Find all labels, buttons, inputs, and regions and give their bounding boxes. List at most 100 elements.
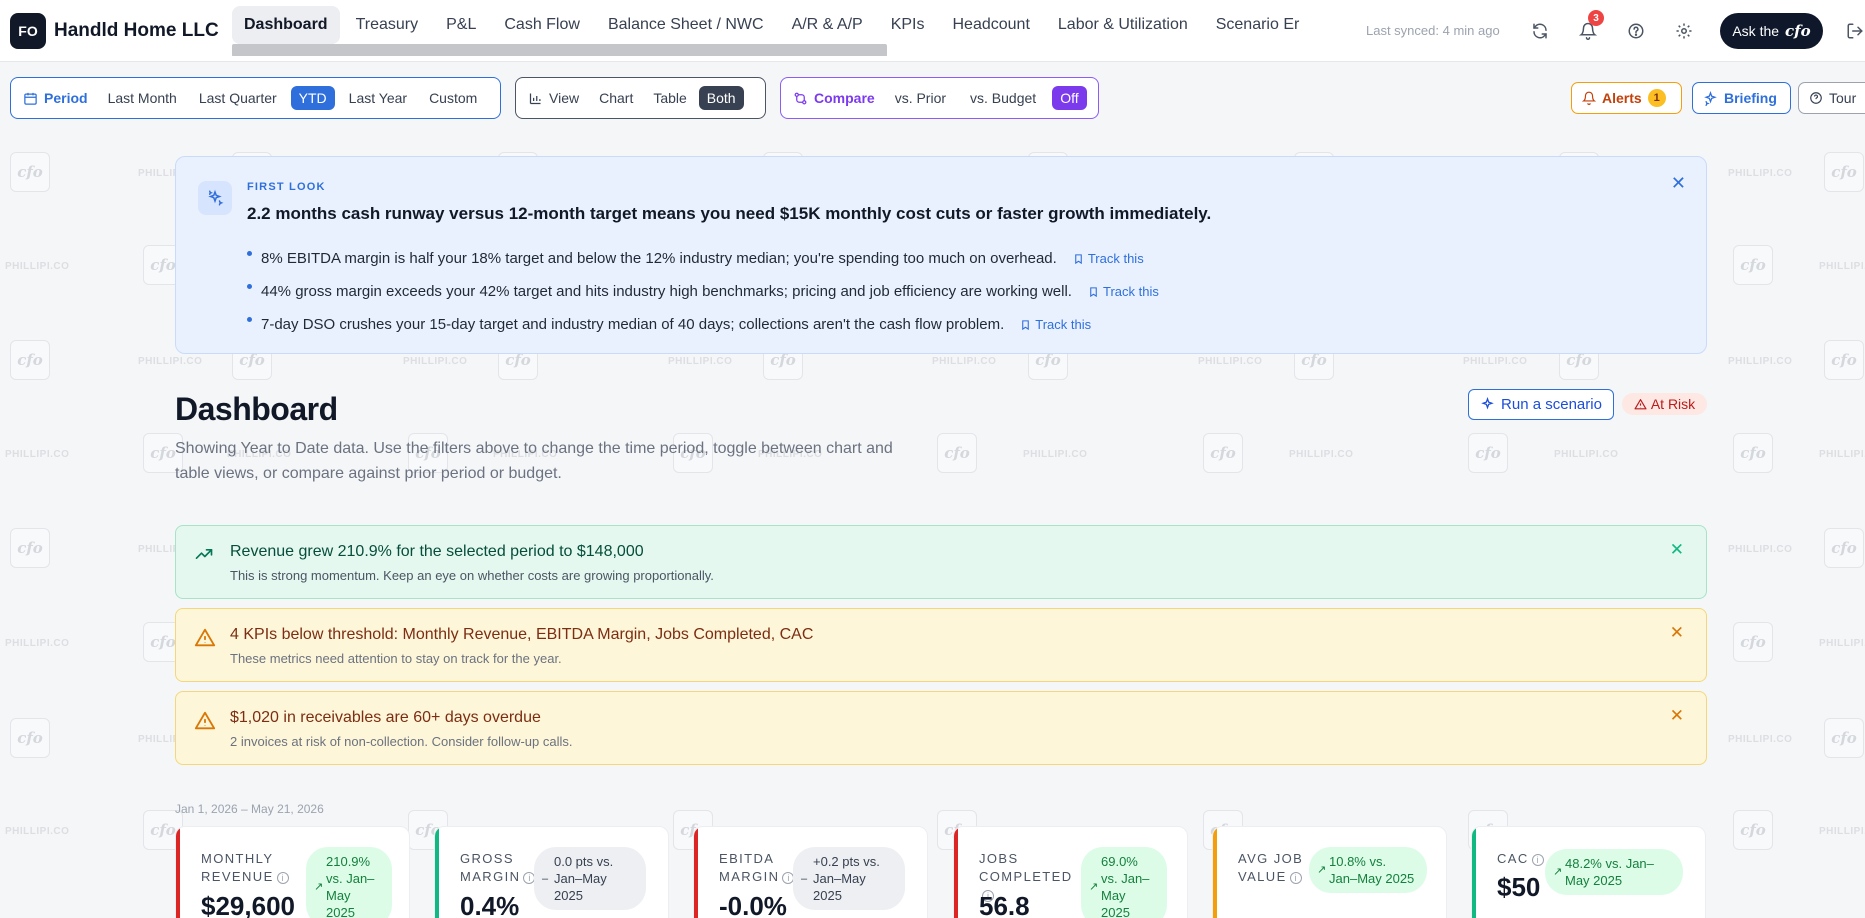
sparkle-icon (198, 181, 232, 215)
trend-up-icon: ↗ (1317, 864, 1327, 876)
kpi-card-avg-job-value[interactable]: AVG JOB VALUEi$395↗10.8% vs. Jan–May 202… (1212, 826, 1447, 918)
info-icon[interactable]: i (276, 871, 289, 884)
close-icon[interactable]: ✕ (1670, 540, 1684, 560)
warning-icon (194, 627, 216, 654)
help-icon (1810, 92, 1822, 104)
compare-option-vs-prior[interactable]: vs. Prior (887, 86, 954, 110)
nav-scrollbar[interactable] (232, 44, 887, 56)
kpi-card-cac[interactable]: CAC i $50 ↗ 48.2% vs. Jan–May 2025 (1471, 826, 1706, 918)
view-option-table[interactable]: Table (645, 86, 694, 110)
info-icon[interactable]: i (1531, 853, 1544, 866)
company-name: Handld Home LLC (54, 20, 219, 41)
refresh-icon[interactable] (1528, 19, 1552, 43)
tour-label: Tour (1829, 90, 1857, 106)
bookmark-icon (1090, 286, 1097, 297)
period-option-last-month[interactable]: Last Month (100, 86, 185, 110)
watermark-text: PHILLIPI.CO (668, 356, 733, 367)
close-icon[interactable]: ✕ (1671, 173, 1686, 194)
nav-tab-balance-sheet-nwc[interactable]: Balance Sheet / NWC (596, 6, 776, 44)
sparkle-icon (1704, 90, 1717, 106)
kpi-card-ebitda-margin[interactable]: EBITDA MARGIN i -0.0% – +0.2 pts vs. Jan–May… (693, 826, 928, 918)
date-range-label: Jan 1, 2026 – May 21, 2026 (175, 802, 324, 816)
watermark-logo: cfo (1203, 433, 1243, 473)
run-scenario-button[interactable]: Run a scenario (1468, 389, 1614, 420)
kpi-value: 0.4% (460, 891, 520, 918)
bullet-dot (247, 251, 252, 256)
alerts-label: Alerts (1602, 90, 1642, 106)
company-avatar[interactable]: FO (10, 13, 46, 49)
watermark-text: PHILLIPI.CO (1819, 261, 1865, 272)
period-option-last-quarter[interactable]: Last Quarter (191, 86, 285, 110)
period-option-ytd[interactable]: YTD (290, 86, 335, 110)
nav-tab-p-l[interactable]: P&L (434, 6, 488, 44)
first-look-card: FIRST LOOK 2.2 months cash runway versus… (175, 156, 1707, 354)
nav-tab-kpis[interactable]: KPIs (879, 6, 937, 44)
track-this-link[interactable]: Track this (1020, 317, 1091, 332)
trend-flat-icon: – (542, 872, 549, 885)
kpi-card-gross-margin[interactable]: GROSS MARGIN i 0.4% –0.0 pts vs. Jan–May 20… (434, 826, 669, 918)
compare-filter-label: Compare (787, 90, 883, 106)
help-icon[interactable] (1624, 19, 1648, 43)
watermark-logo: cfo (1733, 433, 1773, 473)
watermark-text: PHILLIPI.CO (1728, 356, 1793, 367)
view-option-chart[interactable]: Chart (591, 86, 641, 110)
warning-icon (194, 710, 216, 737)
nav-tab-labor-utilization[interactable]: Labor & Utilization (1046, 6, 1200, 44)
bullet-text: 44% gross margin exceeds your 42% target… (261, 283, 1072, 300)
kpi-delta-text: +0.2 pts vs. Jan–May 2025 (813, 854, 880, 903)
kpi-delta-badge: ↗ 210.9% vs. Jan–May 2025 (306, 847, 392, 918)
watermark-logo: cfo (1733, 622, 1773, 662)
watermark-text: PHILLIPI.CO (5, 826, 70, 837)
close-icon[interactable]: ✕ (1670, 706, 1684, 726)
watermark-text: PHILLIPI.CO (1819, 449, 1865, 460)
nav-tab-headcount[interactable]: Headcount (941, 6, 1042, 44)
close-icon[interactable]: ✕ (1670, 623, 1684, 643)
watermark-text: PHILLIPI.CO (932, 356, 997, 367)
kpi-delta-badge: – +0.2 pts vs. Jan–May 2025 (793, 847, 905, 910)
track-this-link[interactable]: Track this (1088, 284, 1159, 299)
nav-tab-cash-flow[interactable]: Cash Flow (492, 6, 592, 44)
watermark-text: PHILLIPI.CO (1554, 449, 1619, 460)
bullet-text: 7-day DSO crushes your 15-day target and… (261, 316, 1005, 333)
watermark-logo: cfo (10, 528, 50, 568)
kpi-delta-text: 48.2% vs. Jan–May 2025 (1565, 856, 1654, 888)
watermark-text: PHILLIPI.CO (1728, 544, 1793, 555)
ask-label: Ask the (1732, 23, 1780, 39)
nav-tab-a-r-a-p[interactable]: A/R & A/P (780, 6, 875, 44)
watermark-logo: cfo (1733, 245, 1773, 285)
kpi-card-monthly-revenue[interactable]: MONTHLY REVENUE i $29,600 ↗ 210.9% vs. Jan–M… (175, 826, 410, 918)
nav-tab-treasury[interactable]: Treasury (344, 6, 431, 44)
bookmark-icon (1022, 319, 1030, 330)
watermark-text: PHILLIPI.CO (1728, 168, 1793, 179)
watermark-text: PHILLIPI.CO (5, 261, 70, 272)
period-filter-label: Period (17, 90, 96, 106)
compare-option-off[interactable]: Off (1052, 86, 1087, 110)
trending-up-icon (194, 544, 214, 569)
watermark-logo: cfo (10, 152, 50, 192)
logout-icon[interactable] (1843, 19, 1865, 43)
period-option-last-year[interactable]: Last Year (341, 86, 415, 110)
kpi-card-jobs-completed[interactable]: JOBS COMPLETEDi 56.8 ↗ 69.0% vs. Jan–May 20… (953, 826, 1188, 918)
track-this-label: Track this (1102, 284, 1159, 299)
bar-chart-icon (529, 93, 541, 104)
track-this-link[interactable]: Track this (1073, 251, 1144, 266)
banner-subtitle: These metrics need attention to stay on … (230, 651, 562, 666)
first-look-eyebrow: FIRST LOOK (247, 181, 326, 193)
kpi-delta-text: 10.8% vs. Jan–May 2025 (1329, 854, 1415, 886)
compare-option-vs-budget[interactable]: vs. Budget (962, 86, 1044, 110)
gear-icon[interactable] (1672, 19, 1696, 43)
alerts-button[interactable]: Alerts 1 (1571, 82, 1682, 114)
view-filter-label: View (522, 90, 587, 106)
tour-button[interactable]: Tour (1798, 82, 1865, 114)
period-filter: Period Last Month Last Quarter YTD Last Yea… (10, 77, 501, 119)
first-look-bullets: 8% EBITDA margin is half your 18% target… (247, 242, 1159, 341)
briefing-button[interactable]: Briefing (1692, 82, 1791, 114)
ask-the-cfo-button[interactable]: Ask the cfo (1720, 13, 1823, 49)
nav-tab-dashboard[interactable]: Dashboard (232, 6, 340, 44)
info-icon[interactable]: i (1289, 871, 1302, 884)
nav-tab-scenario-er[interactable]: Scenario Er (1204, 6, 1312, 44)
banner-subtitle: This is strong momentum. Keep an eye on … (230, 568, 714, 583)
view-option-both[interactable]: Both (698, 86, 744, 110)
page-title: Dashboard (175, 391, 338, 427)
period-option-custom[interactable]: Custom (421, 86, 485, 110)
